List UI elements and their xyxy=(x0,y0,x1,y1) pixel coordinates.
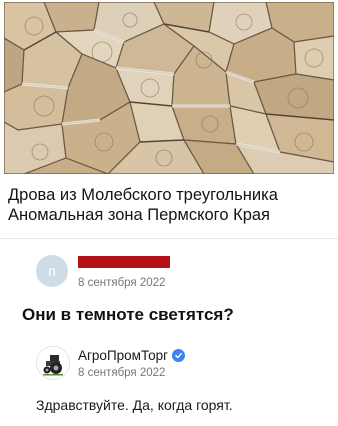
avatar-initial: п xyxy=(48,263,56,279)
post-title-line-2: Аномальная зона Пермского Края xyxy=(8,206,270,224)
verified-check-icon xyxy=(172,349,186,362)
reply-date: 8 сентября 2022 xyxy=(78,367,166,379)
tractor-logo-icon[interactable] xyxy=(36,346,70,380)
reply-author-row: АгроПромТорг xyxy=(78,348,186,363)
firewood-photo xyxy=(4,2,334,174)
avatar[interactable]: п xyxy=(36,255,68,287)
redacted-author-name xyxy=(78,256,170,268)
reply-text: Здравствуйте. Да, когда горят. xyxy=(36,397,233,413)
comment-text: Они в темноте светятся? xyxy=(22,305,234,324)
post-title: Дрова из Молебского треугольника Аномаль… xyxy=(8,185,334,225)
reply-author-name[interactable]: АгроПромТорг xyxy=(78,348,168,363)
comment-date: 8 сентября 2022 xyxy=(78,277,166,289)
post-title-line-1: Дрова из Молебского треугольника xyxy=(8,186,278,204)
divider xyxy=(0,238,338,239)
